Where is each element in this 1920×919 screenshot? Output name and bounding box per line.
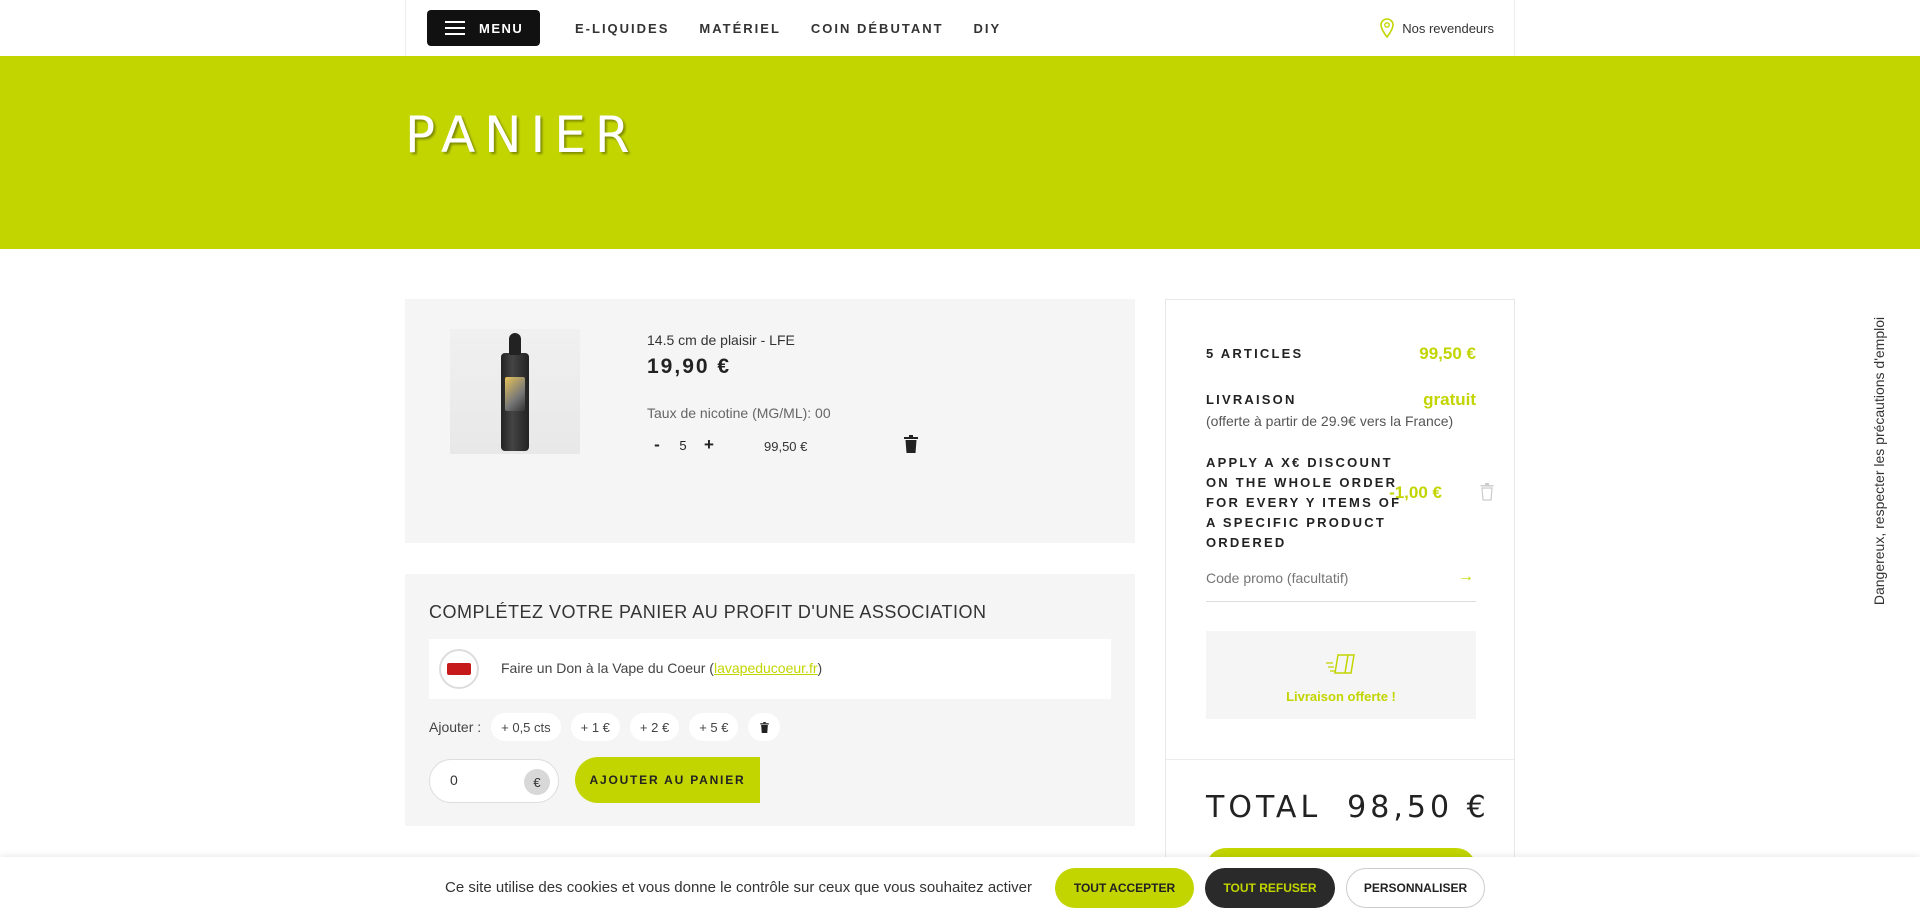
trash-icon (904, 435, 918, 453)
page-banner: PANIER (0, 56, 1920, 249)
articles-row: 5 ARTICLES 99,50 € (1206, 344, 1476, 363)
free-shipping-box: Livraison offerte ! (1206, 631, 1476, 719)
articles-value: 99,50 € (1419, 344, 1476, 363)
total-row: TOTAL 98,50 € (1206, 790, 1490, 825)
summary-divider (1166, 759, 1514, 760)
trash-icon (1480, 483, 1494, 501)
discount-value: -1,00 € (1389, 483, 1442, 502)
product-name[interactable]: 14.5 cm de plaisir - LFE (647, 332, 795, 348)
donation-chip-5[interactable]: + 5 € (689, 713, 739, 741)
quantity-increase-button[interactable]: + (699, 435, 719, 455)
nav-item-diy[interactable]: DIY (974, 21, 1002, 36)
product-image[interactable] (450, 329, 580, 454)
remove-item-button[interactable] (904, 435, 918, 458)
dealers-label: Nos revendeurs (1402, 20, 1494, 36)
remove-discount-button[interactable] (1480, 483, 1494, 506)
nav-item-e-liquides[interactable]: E-LIQUIDES (575, 21, 669, 36)
delivery-value: gratuit (1423, 390, 1476, 409)
page: MENU E-LIQUIDES MATÉRIEL COIN DÉBUTANT D… (0, 0, 1920, 919)
cart-item: 14.5 cm de plaisir - LFE 19,90 € Taux de… (405, 299, 1135, 543)
donation-chip-050[interactable]: + 0,5 cts (491, 713, 561, 741)
top-header: MENU E-LIQUIDES MATÉRIEL COIN DÉBUTANT D… (405, 0, 1515, 56)
product-price: 19,90 € (647, 355, 732, 378)
promo-code-field: → (1206, 568, 1476, 602)
cookie-customize-button[interactable]: PERSONNALISER (1346, 868, 1485, 908)
donation-amount-field: € (429, 759, 559, 803)
cookie-refuse-button[interactable]: TOUT REFUSER (1205, 868, 1335, 908)
menu-button[interactable]: MENU (427, 10, 540, 46)
delivery-note: (offerte à partir de 29.9€ vers la Franc… (1206, 413, 1454, 429)
association-link[interactable]: lavapeducoeur.fr (714, 660, 818, 676)
hamburger-icon (445, 21, 465, 35)
cookie-message: Ce site utilise des cookies et vous donn… (445, 879, 1032, 896)
total-label: TOTAL (1206, 790, 1322, 825)
add-to-cart-button[interactable]: AJOUTER AU PANIER (575, 757, 760, 803)
promo-submit-arrow-icon[interactable]: → (1458, 568, 1474, 586)
donation-reset-button[interactable] (748, 713, 781, 741)
quantity-value[interactable]: 5 (667, 438, 699, 453)
trash-icon (760, 721, 769, 733)
free-shipping-text: Livraison offerte ! (1286, 689, 1396, 704)
menu-button-label: MENU (479, 20, 524, 36)
main-nav: E-LIQUIDES MATÉRIEL COIN DÉBUTANT DIY (575, 0, 1001, 56)
donation-title: COMPLÉTEZ VOTRE PANIER AU PROFIT D'UNE A… (429, 602, 987, 622)
promo-code-input[interactable] (1206, 570, 1426, 586)
line-total: 99,50 € (764, 439, 808, 454)
donation-section: COMPLÉTEZ VOTRE PANIER AU PROFIT D'UNE A… (405, 574, 1135, 826)
discount-row: APPLY A X€ DISCOUNT ON THE WHOLE ORDER F… (1206, 453, 1494, 553)
quantity-stepper: - 5 + (647, 435, 719, 455)
page-title: PANIER (405, 106, 639, 164)
bottle-illustration (501, 333, 529, 451)
side-warning: Dangereux, respecter les précautions d'e… (1868, 313, 1890, 608)
cookie-bar: Ce site utilise des cookies et vous donn… (0, 857, 1920, 919)
delivery-row: LIVRAISON gratuit (offerte à partir de 2… (1206, 390, 1476, 429)
donation-amount-input[interactable] (450, 772, 510, 788)
discount-label: APPLY A X€ DISCOUNT ON THE WHOLE ORDER F… (1206, 455, 1402, 550)
donation-quick-add: Ajouter : + 0,5 cts + 1 € + 2 € + 5 € (429, 713, 781, 741)
currency-icon: € (524, 769, 550, 795)
cookie-accept-button[interactable]: TOUT ACCEPTER (1055, 868, 1194, 908)
order-summary: 5 ARTICLES 99,50 € LIVRAISON gratuit (of… (1165, 299, 1515, 919)
donation-chip-2[interactable]: + 2 € (629, 713, 680, 741)
donation-chip-1[interactable]: + 1 € (570, 713, 620, 741)
donation-association: Faire un Don à la Vape du Coeur (lavaped… (429, 639, 1111, 699)
dealers-link[interactable]: Nos revendeurs (1380, 18, 1494, 38)
shipping-icon (1326, 654, 1355, 674)
donation-text: Faire un Don à la Vape du Coeur (lavaped… (501, 660, 823, 676)
quantity-decrease-button[interactable]: - (647, 435, 667, 455)
quick-add-label: Ajouter : (429, 719, 482, 735)
nav-item-coin-debutant[interactable]: COIN DÉBUTANT (811, 21, 944, 36)
nicotine-level: Taux de nicotine (MG/ML): 00 (647, 405, 831, 421)
map-pin-icon (1380, 18, 1395, 38)
side-warning-text: Dangereux, respecter les précautions d'e… (1871, 316, 1887, 605)
association-logo (439, 649, 479, 689)
total-value: 98,50 € (1347, 790, 1490, 825)
nav-item-materiel[interactable]: MATÉRIEL (699, 21, 780, 36)
